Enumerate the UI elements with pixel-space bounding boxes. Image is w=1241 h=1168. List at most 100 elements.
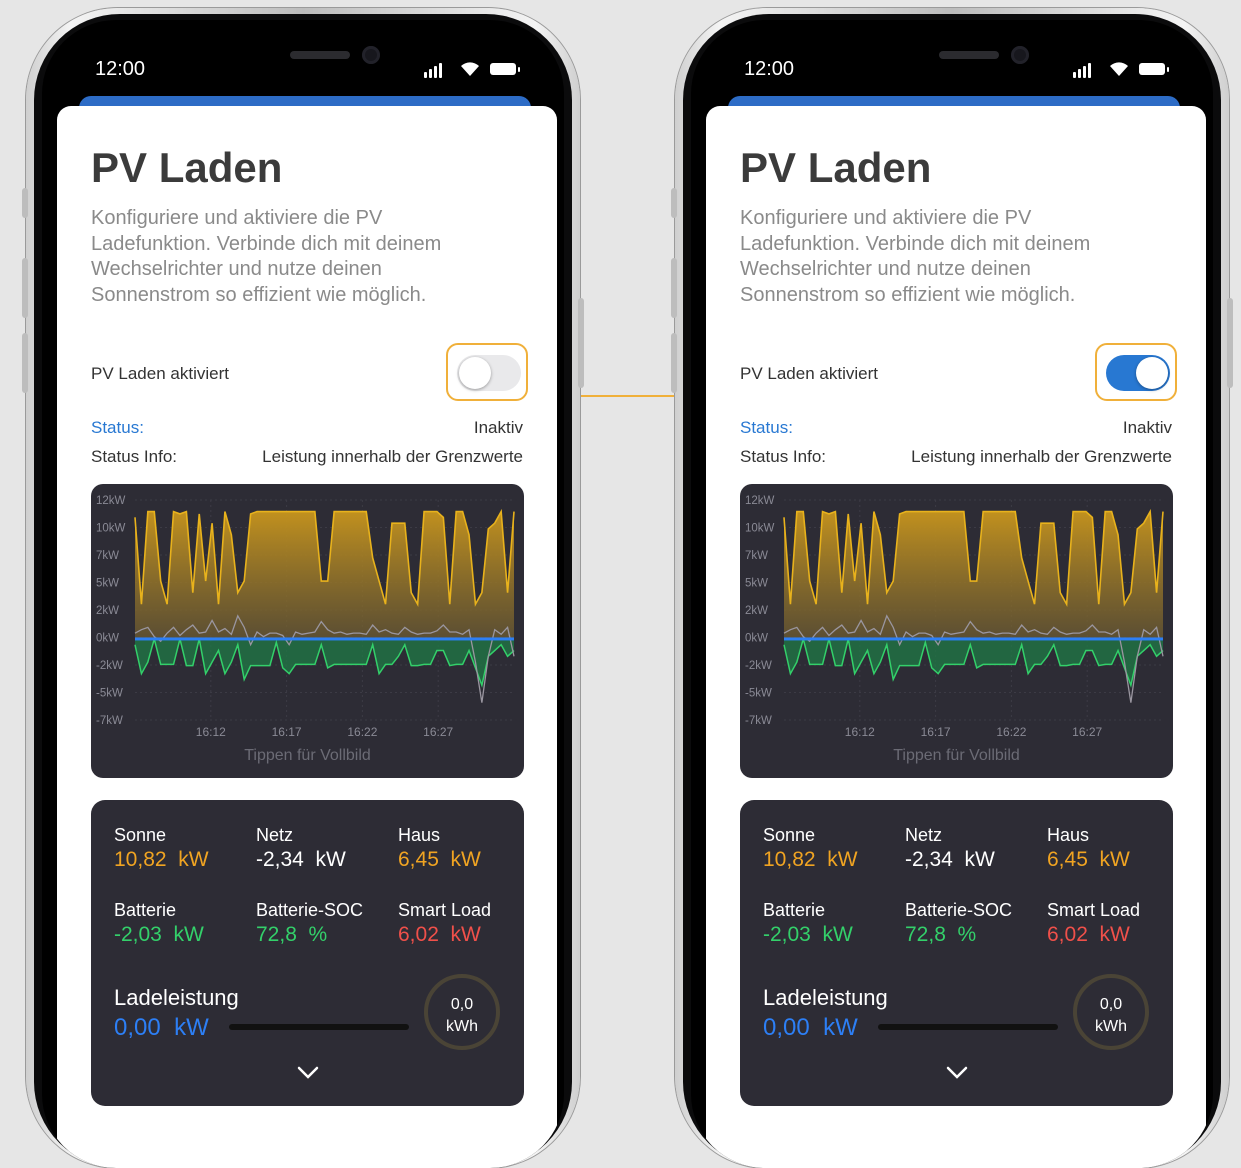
power-chart: 12kW 10kW 7kW 5kW 2kW 0kW -2kW -5kW -7kW 16:12 16:… [745, 495, 1164, 739]
page-description: Konfiguriere und aktiviere die PV Ladefu… [740, 207, 1091, 306]
metric-smart-load: Smart Load 6,02 kW [1047, 899, 1187, 949]
x-tick-label: 16:12 [196, 725, 226, 739]
toggle-highlight [1095, 343, 1177, 401]
y-tick-label: 5kW [96, 578, 119, 590]
metric-value: -2,34 [905, 848, 953, 871]
metric-label: Sonne [763, 825, 816, 845]
power-button [578, 298, 584, 388]
metric-unit: kW [964, 848, 995, 871]
page-title: PV Laden [740, 144, 932, 191]
metric-label: Sonne [114, 825, 167, 845]
y-tick-label: -7kW [96, 715, 123, 727]
status-time: 12:00 [744, 58, 795, 80]
metric-haus: Haus 6,45 kW [1047, 824, 1187, 874]
metric-haus: Haus 6,45 kW [398, 824, 538, 874]
toggle-label: PV Laden aktiviert [740, 364, 878, 383]
energy-value: 0,0 [450, 996, 474, 1013]
action-button [671, 188, 677, 218]
metric-unit: kW [450, 923, 481, 946]
energy-unit: kWh [446, 1018, 478, 1035]
volume-down-button [22, 333, 28, 393]
speaker-grille [290, 51, 350, 59]
status-info-key: Status Info: [91, 447, 177, 466]
metric-label: Smart Load [398, 900, 492, 920]
battery-icon [490, 63, 516, 75]
status-time: 12:00 [95, 58, 146, 80]
status-icons [424, 58, 520, 80]
screen: 12:00 PV Laden Konfiguriere und aktivier… [691, 20, 1213, 1168]
metric-value: -2,03 [763, 923, 811, 946]
metric-label: Batterie [763, 900, 826, 920]
screen: 12:00 PV Laden Konfiguriere und aktivier… [42, 20, 564, 1168]
y-tick-label: 2kW [96, 605, 119, 617]
y-tick-label: -5kW [96, 688, 123, 700]
x-tick-label: 16:27 [423, 725, 453, 739]
pv-laden-toggle[interactable] [1106, 355, 1170, 391]
status-icons [1073, 58, 1169, 80]
y-tick-label: -2kW [96, 660, 123, 672]
y-tick-label: 5kW [745, 578, 768, 590]
power-chart-card[interactable]: 12kW 10kW 7kW 5kW 2kW 0kW -2kW -5kW -7kW 16:12 16:… [91, 484, 524, 778]
y-tick-label: -2kW [745, 660, 772, 672]
metric-label: Batterie-SOC [905, 900, 1013, 920]
status-value: Inaktiv [1122, 418, 1172, 437]
chevron-down-icon[interactable] [297, 1066, 319, 1080]
y-tick-label: 10kW [745, 523, 775, 535]
metric-unit: kW [315, 848, 346, 871]
speaker-grille [939, 51, 999, 59]
metric-label: Netz [256, 825, 294, 845]
energy-unit: kWh [1095, 1018, 1127, 1035]
y-tick-label: -7kW [745, 715, 772, 727]
status-info-value: Leistung innerhalb der Grenzwerte [911, 447, 1172, 466]
metric-unit: kW [1099, 848, 1130, 871]
metric-label: Haus [398, 825, 441, 845]
y-tick-label: 12kW [96, 495, 126, 507]
metric-unit: kW [822, 923, 853, 946]
metric-unit: % [308, 923, 328, 946]
metric-label: Smart Load [1047, 900, 1141, 920]
action-button [22, 188, 28, 218]
metric-value: 72,8 [256, 923, 297, 946]
chart-fullscreen-hint: Tippen für Vollbild [893, 747, 1020, 764]
status-value: Inaktiv [473, 418, 523, 437]
home-indicator[interactable] [878, 1024, 1058, 1030]
pv-sheet: PV Laden Konfiguriere und aktiviere die … [57, 106, 557, 1168]
metric-value: -2,03 [114, 923, 162, 946]
metric-label: Netz [905, 825, 943, 845]
ladeleistung-value: 0,00 kW [763, 1014, 858, 1042]
metric-value: 6,45 [1047, 848, 1088, 871]
metric-value: 6,02 [1047, 923, 1088, 946]
x-tick-label: 16:17 [272, 725, 302, 739]
chevron-down-icon[interactable] [946, 1066, 968, 1080]
x-tick-label: 16:27 [1072, 725, 1102, 739]
metric-label: Batterie-SOC [256, 900, 364, 920]
ladeleistung-number: 0,00 [763, 1014, 810, 1041]
metric-sonne: Sonne 10,82 kW [114, 824, 254, 874]
metric-batterie-soc: Batterie-SOC 72,8 % [905, 899, 1045, 949]
ladeleistung-label: Ladeleistung [114, 985, 239, 1010]
signal-icon [424, 72, 427, 78]
metric-batterie: Batterie -2,03 kW [114, 899, 254, 949]
power-chart-card[interactable]: 12kW 10kW 7kW 5kW 2kW 0kW -2kW -5kW -7kW 16:12 16:… [740, 484, 1173, 778]
pv-laden-toggle[interactable] [457, 355, 521, 391]
home-indicator[interactable] [229, 1024, 409, 1030]
metric-value: 6,45 [398, 848, 439, 871]
toggle-highlight [446, 343, 528, 401]
wifi-icon [461, 62, 479, 76]
ladeleistung-unit: kW [823, 1014, 858, 1041]
chart-fullscreen-hint: Tippen für Vollbild [244, 747, 371, 764]
metric-unit: kW [173, 923, 204, 946]
y-tick-label: 12kW [745, 495, 775, 507]
x-tick-label: 16:22 [996, 725, 1026, 739]
metric-unit: kW [450, 848, 481, 871]
power-chart: 12kW 10kW 7kW 5kW 2kW 0kW -2kW -5kW -7kW 16:12 16:… [96, 495, 515, 739]
status-key: Status: [740, 418, 793, 437]
y-tick-label: -5kW [745, 688, 772, 700]
metric-netz: Netz -2,34 kW [905, 824, 1045, 874]
phone-left: 12:00 PV Laden Konfiguriere und aktivier… [22, 8, 584, 1168]
wifi-icon [1110, 62, 1128, 76]
front-camera [362, 46, 380, 64]
energy-value: 0,0 [1099, 996, 1123, 1013]
pv-sheet: PV Laden Konfiguriere und aktiviere die … [706, 106, 1206, 1168]
energy-ring: 0,0 kWh [1073, 974, 1149, 1050]
